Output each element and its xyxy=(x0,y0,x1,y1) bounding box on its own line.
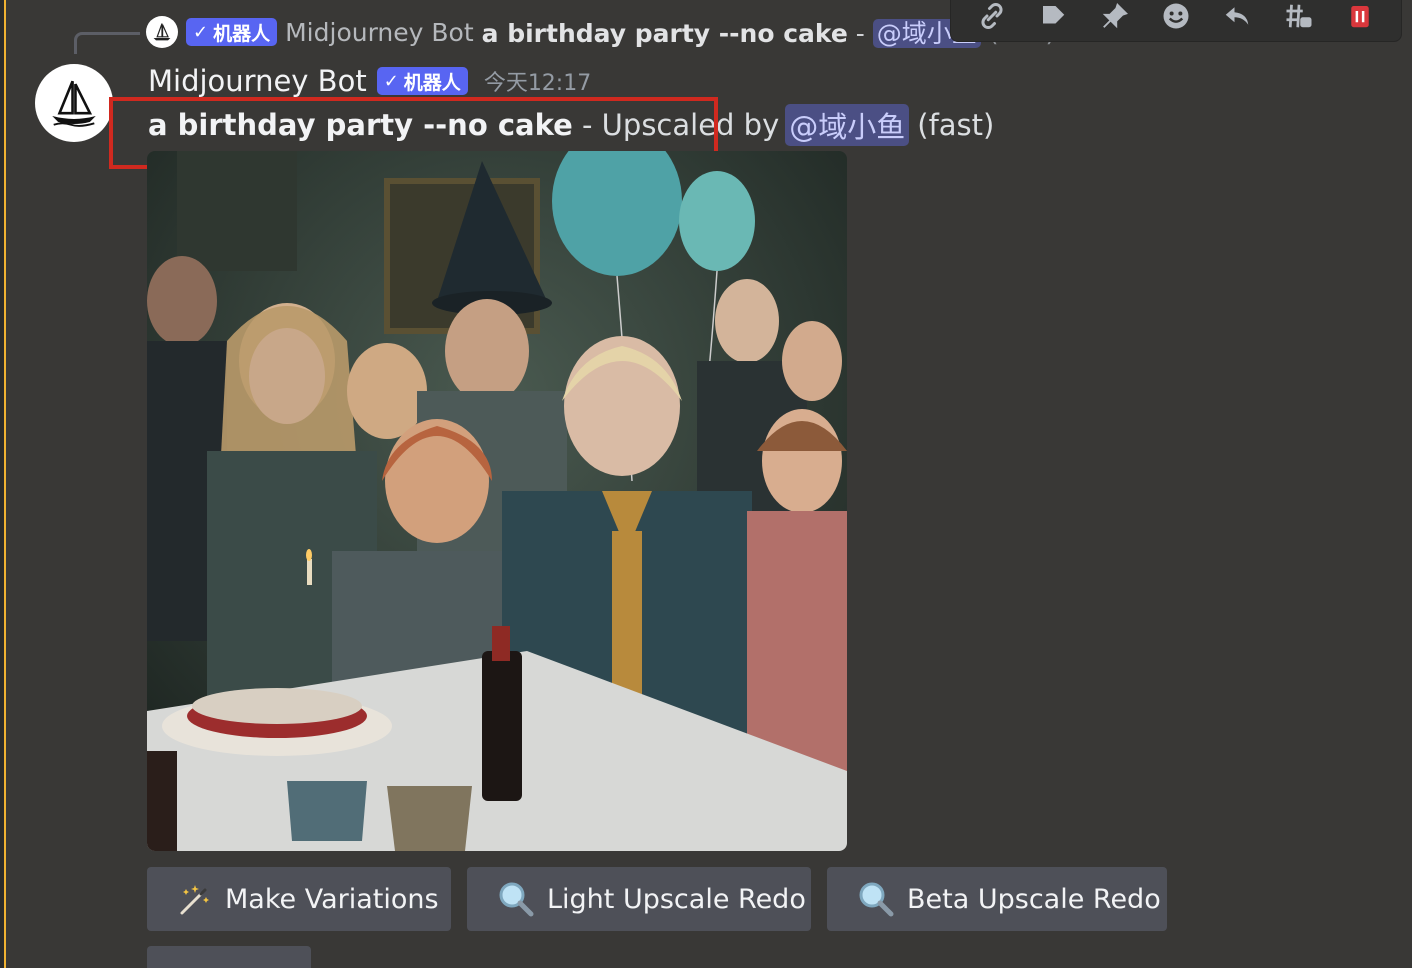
reply-content[interactable]: a birthday party --no cake - @域小鱼 xyxy=(482,14,981,50)
light-upscale-redo-label: Light Upscale Redo xyxy=(547,883,806,915)
user-mention[interactable]: @域小鱼 xyxy=(785,104,910,146)
verified-check-icon: ✓ xyxy=(383,70,399,92)
reply-button[interactable] xyxy=(1217,0,1257,36)
reply-prompt: a birthday party --no cake xyxy=(481,19,848,48)
birthday-party-illustration xyxy=(147,151,847,851)
action-button-row: Make Variations Light Upscale Redo Beta … xyxy=(147,867,1167,931)
beta-upscale-redo-label: Beta Upscale Redo xyxy=(907,883,1161,915)
reply-spine xyxy=(74,32,140,54)
message-timestamp[interactable]: 今天12:17 xyxy=(484,65,591,97)
reply-separator: - xyxy=(847,19,873,48)
emoji-icon xyxy=(1163,3,1189,29)
copy-link-button[interactable] xyxy=(972,0,1012,36)
beta-upscale-redo-button[interactable]: Beta Upscale Redo xyxy=(827,867,1167,931)
partial-action-button[interactable] xyxy=(147,946,311,968)
author-name[interactable]: Midjourney Bot xyxy=(148,64,367,98)
message-speed: (fast) xyxy=(917,108,995,142)
bot-badge: ✓ 机器人 xyxy=(186,18,278,46)
magic-wand-icon xyxy=(177,879,213,919)
tag-icon xyxy=(1043,6,1065,24)
magnifier-icon xyxy=(857,879,895,919)
light-upscale-redo-button[interactable]: Light Upscale Redo xyxy=(467,867,811,931)
reply-avatar[interactable] xyxy=(146,16,178,48)
bot-badge-label: 机器人 xyxy=(403,71,461,94)
pin-button[interactable] xyxy=(1095,0,1135,36)
highlight-accent-bar xyxy=(0,0,6,968)
message-header: Midjourney Bot ✓ 机器人 今天12:17 xyxy=(148,60,591,102)
delete-icon xyxy=(1351,6,1369,28)
verified-check-icon: ✓ xyxy=(193,21,209,43)
reply-author[interactable]: Midjourney Bot xyxy=(285,18,474,47)
thread-icon xyxy=(1286,4,1312,28)
link-icon xyxy=(981,2,1003,30)
create-thread-button[interactable] xyxy=(1279,0,1319,36)
bot-badge: ✓ 机器人 xyxy=(376,67,468,95)
mark-unread-button[interactable] xyxy=(1033,0,1073,36)
midjourney-logo-icon xyxy=(153,23,171,41)
reply-preview[interactable]: ✓ 机器人 Midjourney Bot a birthday party --… xyxy=(146,14,1055,50)
pin-icon xyxy=(1102,3,1128,29)
delete-button[interactable] xyxy=(1340,0,1380,36)
make-variations-label: Make Variations xyxy=(225,883,439,915)
generated-image[interactable] xyxy=(147,151,847,851)
magnifier-icon xyxy=(497,879,535,919)
message-hover-toolbar xyxy=(950,0,1402,42)
midjourney-logo-icon xyxy=(52,80,96,127)
bot-badge-label: 机器人 xyxy=(213,22,271,45)
reply-icon xyxy=(1226,7,1249,25)
add-reaction-button[interactable] xyxy=(1156,0,1196,36)
author-avatar[interactable] xyxy=(35,64,113,142)
make-variations-button[interactable]: Make Variations xyxy=(147,867,451,931)
